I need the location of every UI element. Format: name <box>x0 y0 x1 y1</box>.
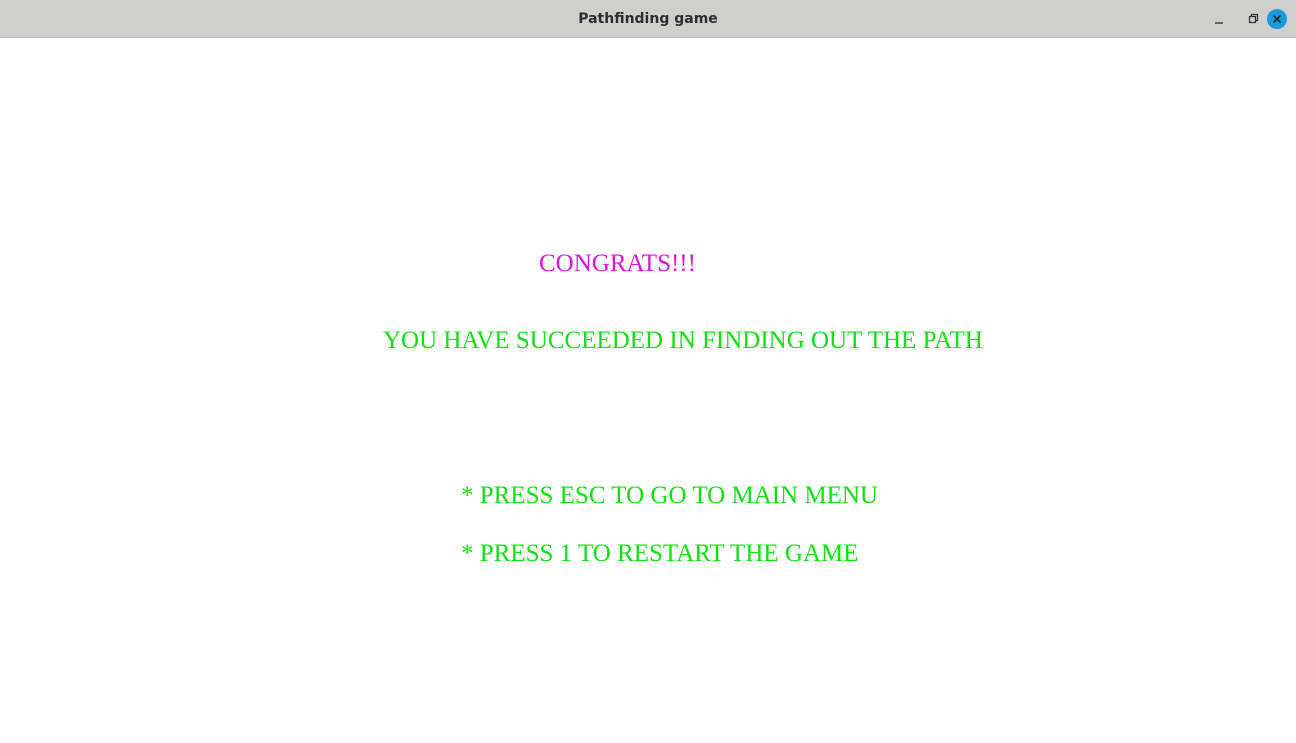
title-bar[interactable]: Pathfinding game <box>0 0 1296 38</box>
main-menu-instruction: * PRESS ESC TO GO TO MAIN MENU <box>461 482 878 509</box>
congrats-message: CONGRATS!!! <box>539 250 696 277</box>
window-title: Pathfinding game <box>578 11 718 27</box>
minimize-icon <box>1215 22 1223 24</box>
close-button[interactable] <box>1267 9 1287 29</box>
success-message: YOU HAVE SUCCEEDED IN FINDING OUT THE PA… <box>383 327 983 354</box>
game-canvas[interactable]: CONGRATS!!! YOU HAVE SUCCEEDED IN FINDIN… <box>0 38 1296 743</box>
maximize-button[interactable] <box>1243 9 1263 29</box>
close-icon <box>1272 14 1282 24</box>
minimize-button[interactable] <box>1209 9 1229 29</box>
app-window: Pathfinding game CONGRATS!!! YOU HAVE SU… <box>0 0 1296 743</box>
restart-instruction: * PRESS 1 TO RESTART THE GAME <box>461 540 859 567</box>
maximize-icon <box>1248 13 1259 24</box>
